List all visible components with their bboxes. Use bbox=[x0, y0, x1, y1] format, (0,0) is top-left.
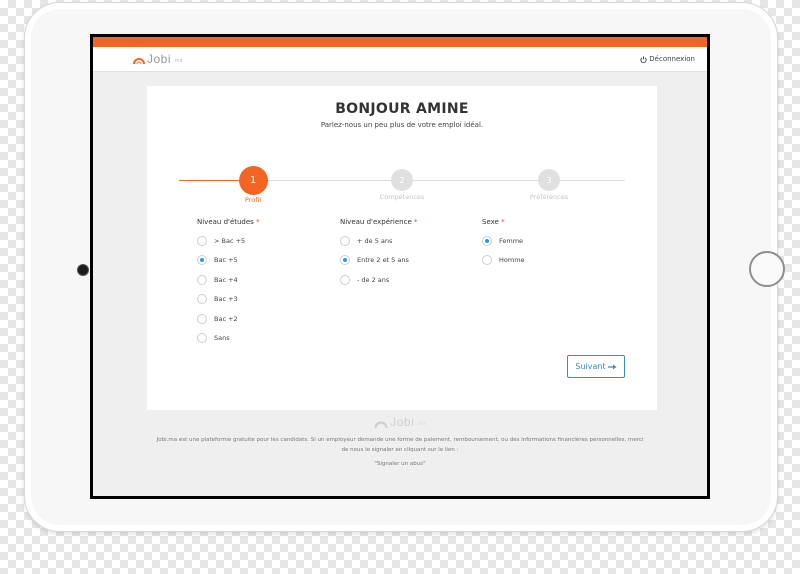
page-footer: Jobi .ma Jobi.ma est une plateforme grat… bbox=[93, 415, 707, 467]
report-abuse-link[interactable]: "Signaler un abus" bbox=[93, 461, 707, 467]
footer-logo-text: Jobi bbox=[390, 415, 415, 429]
radio-button[interactable] bbox=[340, 235, 350, 246]
camera-icon bbox=[78, 265, 88, 275]
education-option[interactable]: Bac +5 bbox=[197, 255, 260, 265]
arrow-right-icon bbox=[607, 364, 617, 369]
experience-label: Niveau d'expérience * bbox=[340, 218, 417, 226]
radio-button[interactable] bbox=[197, 333, 207, 343]
logout-link[interactable]: Déconnexion bbox=[640, 55, 695, 63]
experience-option[interactable]: + de 5 ans bbox=[340, 235, 417, 246]
radio-button[interactable] bbox=[340, 274, 350, 285]
gender-label: Sexe * bbox=[482, 218, 525, 226]
education-label: Niveau d'études * bbox=[197, 218, 260, 226]
step-profil[interactable]: 1 Profil bbox=[213, 166, 293, 204]
step-number: 2 bbox=[391, 169, 413, 191]
step-preferences[interactable]: 3 Préférences bbox=[509, 166, 589, 201]
gender-group: Sexe * Femme Homme bbox=[482, 218, 525, 265]
step-label: Profil bbox=[244, 196, 262, 204]
home-button[interactable] bbox=[749, 251, 785, 287]
education-option[interactable]: Bac +4 bbox=[197, 274, 260, 285]
option-label: > Bac +5 bbox=[214, 236, 246, 245]
option-label: Homme bbox=[499, 256, 525, 264]
logo-icon bbox=[374, 420, 388, 428]
education-option[interactable]: Bac +2 bbox=[197, 313, 260, 324]
power-icon bbox=[640, 55, 647, 63]
page-title: BONJOUR AMINE bbox=[335, 101, 469, 117]
step-competences[interactable]: 2 Compétences bbox=[362, 166, 442, 201]
accent-bar bbox=[93, 37, 707, 47]
gender-label-text: Sexe bbox=[482, 218, 499, 226]
logout-label: Déconnexion bbox=[649, 55, 695, 63]
radio-button[interactable] bbox=[197, 294, 207, 304]
footer-logo: Jobi .ma bbox=[93, 415, 707, 429]
education-option[interactable]: Bac +3 bbox=[197, 294, 260, 304]
education-option[interactable]: > Bac +5 bbox=[197, 235, 260, 246]
option-label: Bac +4 bbox=[214, 275, 238, 284]
screen: Jobi .ma Déconnexion BONJOUR AMINE Parle… bbox=[90, 34, 710, 499]
footer-logo-suffix: .ma bbox=[416, 421, 426, 427]
option-label: - de 2 ans bbox=[357, 275, 390, 284]
profile-form-card: BONJOUR AMINE Parlez-nous un peu plus de… bbox=[147, 86, 657, 410]
radio-button-checked[interactable] bbox=[482, 235, 492, 246]
app-window: Jobi .ma Déconnexion BONJOUR AMINE Parle… bbox=[93, 37, 707, 496]
step-label: Préférences bbox=[529, 193, 569, 201]
required-marker: * bbox=[256, 218, 260, 226]
next-button[interactable]: Suivant bbox=[567, 355, 625, 378]
radio-button[interactable] bbox=[197, 313, 207, 324]
logo[interactable]: Jobi .ma bbox=[133, 52, 183, 66]
experience-label-text: Niveau d'expérience bbox=[340, 218, 412, 226]
education-group: Niveau d'études * > Bac +5 Bac +5 Bac +4 bbox=[197, 218, 260, 343]
radio-button-checked[interactable] bbox=[197, 255, 207, 265]
footer-disclaimer: Jobi.ma est une plateforme gratuite pour… bbox=[156, 437, 644, 453]
next-button-label: Suivant bbox=[575, 362, 606, 371]
radio-button-checked[interactable] bbox=[340, 255, 350, 265]
education-option[interactable]: Sans bbox=[197, 333, 260, 343]
option-label: Femme bbox=[499, 236, 524, 245]
logo-icon bbox=[133, 54, 145, 64]
radio-button[interactable] bbox=[482, 255, 492, 265]
page-subtitle: Parlez-nous un peu plus de votre emploi … bbox=[320, 121, 484, 129]
option-label: Entre 2 et 5 ans bbox=[357, 256, 409, 264]
step-number: 1 bbox=[238, 166, 268, 195]
radio-button[interactable] bbox=[197, 274, 207, 285]
option-label: + de 5 ans bbox=[357, 236, 393, 245]
app-header: Jobi .ma Déconnexion bbox=[93, 47, 707, 72]
option-label: Bac +5 bbox=[214, 256, 238, 264]
option-label: Bac +3 bbox=[214, 295, 238, 303]
option-label: Sans bbox=[214, 334, 230, 342]
experience-option[interactable]: - de 2 ans bbox=[340, 274, 417, 285]
logo-text: Jobi bbox=[147, 52, 172, 66]
option-label: Bac +2 bbox=[214, 314, 238, 323]
progress-stepper: 1 Profil 2 Compétences 3 Préférences bbox=[179, 166, 625, 206]
radio-button[interactable] bbox=[197, 235, 207, 246]
logo-suffix: .ma bbox=[173, 58, 183, 64]
required-marker: * bbox=[501, 218, 505, 226]
gender-option[interactable]: Homme bbox=[482, 255, 525, 265]
experience-group: Niveau d'expérience * + de 5 ans Entre 2… bbox=[340, 218, 417, 285]
gender-option[interactable]: Femme bbox=[482, 235, 525, 246]
experience-option[interactable]: Entre 2 et 5 ans bbox=[340, 255, 417, 265]
required-marker: * bbox=[413, 218, 418, 226]
step-number: 3 bbox=[538, 169, 560, 191]
education-label-text: Niveau d'études bbox=[197, 218, 254, 226]
step-label: Compétences bbox=[379, 193, 425, 201]
